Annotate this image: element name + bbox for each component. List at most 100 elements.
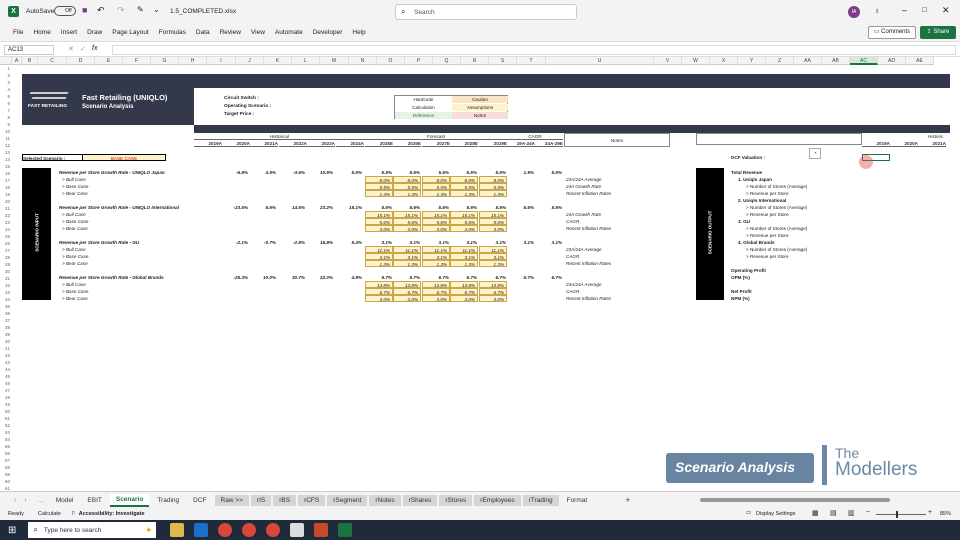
maximize-icon[interactable]: □ <box>922 5 927 14</box>
row-header[interactable]: 40 <box>0 338 12 345</box>
case-input-cell[interactable]: 3.0% <box>365 295 393 302</box>
case-input-cell[interactable]: 15.1% <box>422 211 450 218</box>
column-header[interactable]: B <box>22 57 38 65</box>
row-header[interactable]: 57 <box>0 457 12 464</box>
case-input-cell[interactable]: 5.5% <box>365 183 393 190</box>
column-header[interactable]: N <box>349 57 377 65</box>
undo-icon[interactable]: ↶ <box>97 5 105 16</box>
column-header[interactable]: E <box>95 57 123 65</box>
selected-scenario-value[interactable]: BASE CASE <box>82 154 166 161</box>
row-header[interactable]: 3 <box>0 79 12 86</box>
row-header[interactable]: 52 <box>0 422 12 429</box>
case-input-cell[interactable]: 1.3% <box>422 190 450 197</box>
page-break-view-icon[interactable]: ▥ <box>848 509 855 517</box>
sheet-tab-rcfs[interactable]: rCFS <box>298 494 326 506</box>
row-header[interactable]: 27 <box>0 247 12 254</box>
column-header[interactable]: X <box>710 57 738 65</box>
column-header[interactable]: Z <box>766 57 794 65</box>
sheet-tab-rstores[interactable]: rStores <box>439 494 473 506</box>
ribbon-tab-insert[interactable]: Insert <box>61 29 77 36</box>
zoom-level[interactable]: 85% <box>940 511 951 517</box>
column-header[interactable]: AA <box>794 57 822 65</box>
tab-scroll-left-icon[interactable]: ‹ <box>14 497 16 504</box>
row-header[interactable]: 24 <box>0 226 12 233</box>
avatar[interactable]: IA <box>848 6 860 18</box>
ribbon-tab-review[interactable]: Review <box>220 29 241 36</box>
case-input-cell[interactable]: 5.6% <box>365 218 393 225</box>
function-icon[interactable]: fx <box>92 45 97 52</box>
windows-start-icon[interactable]: ⊞ <box>8 525 16 536</box>
row-header[interactable]: 48 <box>0 394 12 401</box>
column-header[interactable]: R <box>461 57 489 65</box>
row-header[interactable]: 51 <box>0 415 12 422</box>
sheet-tab-raw[interactable]: Raw >> <box>214 494 249 506</box>
case-input-cell[interactable]: 13.8% <box>365 281 393 288</box>
sheet-tab-remployees[interactable]: rEmployees <box>474 494 521 506</box>
row-header[interactable]: 15 <box>0 163 12 170</box>
case-input-cell[interactable]: 3.0% <box>479 295 507 302</box>
case-input-cell[interactable]: 6.7% <box>365 288 393 295</box>
case-input-cell[interactable]: 6.7% <box>450 288 478 295</box>
column-header[interactable]: M <box>320 57 349 65</box>
row-header[interactable]: 29 <box>0 261 12 268</box>
paste-options-icon[interactable]: ◔ <box>809 148 821 159</box>
column-header[interactable]: Q <box>433 57 461 65</box>
case-input-cell[interactable]: 15.1% <box>393 211 421 218</box>
column-header[interactable]: J <box>236 57 264 65</box>
row-header[interactable]: 14 <box>0 156 12 163</box>
case-input-cell[interactable]: 3.0% <box>479 225 507 232</box>
row-header[interactable]: 4 <box>0 86 12 93</box>
sheet-tab-dcf[interactable]: DCF <box>187 495 212 506</box>
column-header[interactable]: D <box>67 57 95 65</box>
case-input-cell[interactable]: 1.3% <box>393 260 421 267</box>
row-header[interactable]: 60 <box>0 478 12 485</box>
case-input-cell[interactable]: 1.3% <box>365 190 393 197</box>
case-input-cell[interactable]: 3.1% <box>365 253 393 260</box>
sheet-tab-scenario[interactable]: Scenario <box>109 493 150 507</box>
row-header[interactable]: 22 <box>0 212 12 219</box>
case-input-cell[interactable]: 3.0% <box>365 225 393 232</box>
case-input-cell[interactable]: 5.5% <box>479 183 507 190</box>
row-header[interactable]: 32 <box>0 282 12 289</box>
case-input-cell[interactable]: 5.6% <box>422 218 450 225</box>
column-header[interactable]: U <box>546 57 654 65</box>
normal-view-icon[interactable]: ▦ <box>812 509 819 517</box>
row-header[interactable]: 42 <box>0 352 12 359</box>
row-header[interactable]: 18 <box>0 184 12 191</box>
close-icon[interactable]: ✕ <box>942 5 950 16</box>
column-header[interactable]: V <box>654 57 682 65</box>
sheet-tab-trading[interactable]: Trading <box>151 495 185 506</box>
case-input-cell[interactable]: 8.0% <box>479 176 507 183</box>
chrome-icon-3[interactable] <box>266 523 281 537</box>
share-button[interactable]: ⇪ Share <box>920 26 956 39</box>
formula-input[interactable] <box>112 45 956 55</box>
ribbon-tab-automate[interactable]: Automate <box>275 29 303 36</box>
ribbon-tab-page-layout[interactable]: Page Layout <box>112 29 149 36</box>
row-header[interactable]: 50 <box>0 408 12 415</box>
sheet-tab-model[interactable]: Model <box>50 495 80 506</box>
status-calculate[interactable]: Calculate <box>38 511 61 517</box>
minimize-icon[interactable]: – <box>902 5 907 15</box>
case-input-cell[interactable]: 3.0% <box>393 295 421 302</box>
cancel-formula-icon[interactable]: ✕ <box>68 45 74 53</box>
case-input-cell[interactable]: 3.0% <box>422 225 450 232</box>
customize-icon[interactable]: ⌄ <box>153 5 160 14</box>
case-input-cell[interactable]: 11.1% <box>422 246 450 253</box>
case-input-cell[interactable]: 11.1% <box>365 246 393 253</box>
row-header[interactable]: 2 <box>0 72 12 79</box>
case-input-cell[interactable]: 11.1% <box>393 246 421 253</box>
case-input-cell[interactable]: 3.0% <box>393 225 421 232</box>
notepad-icon[interactable] <box>290 523 305 537</box>
row-header[interactable]: 5 <box>0 93 12 100</box>
ribbon-tab-formulas[interactable]: Formulas <box>159 29 186 36</box>
column-header[interactable]: A <box>12 57 22 65</box>
row-header[interactable]: 23 <box>0 219 12 226</box>
status-display[interactable]: Display Settings <box>756 511 795 517</box>
case-input-cell[interactable]: 5.6% <box>450 218 478 225</box>
sheet-tab-ris[interactable]: rIS <box>250 494 272 506</box>
sheet-tab-rnotes[interactable]: rNotes <box>369 494 401 506</box>
case-input-cell[interactable]: 1.3% <box>479 190 507 197</box>
zoom-thumb[interactable] <box>896 511 898 518</box>
column-header[interactable]: H <box>179 57 207 65</box>
case-input-cell[interactable]: 15.1% <box>479 211 507 218</box>
